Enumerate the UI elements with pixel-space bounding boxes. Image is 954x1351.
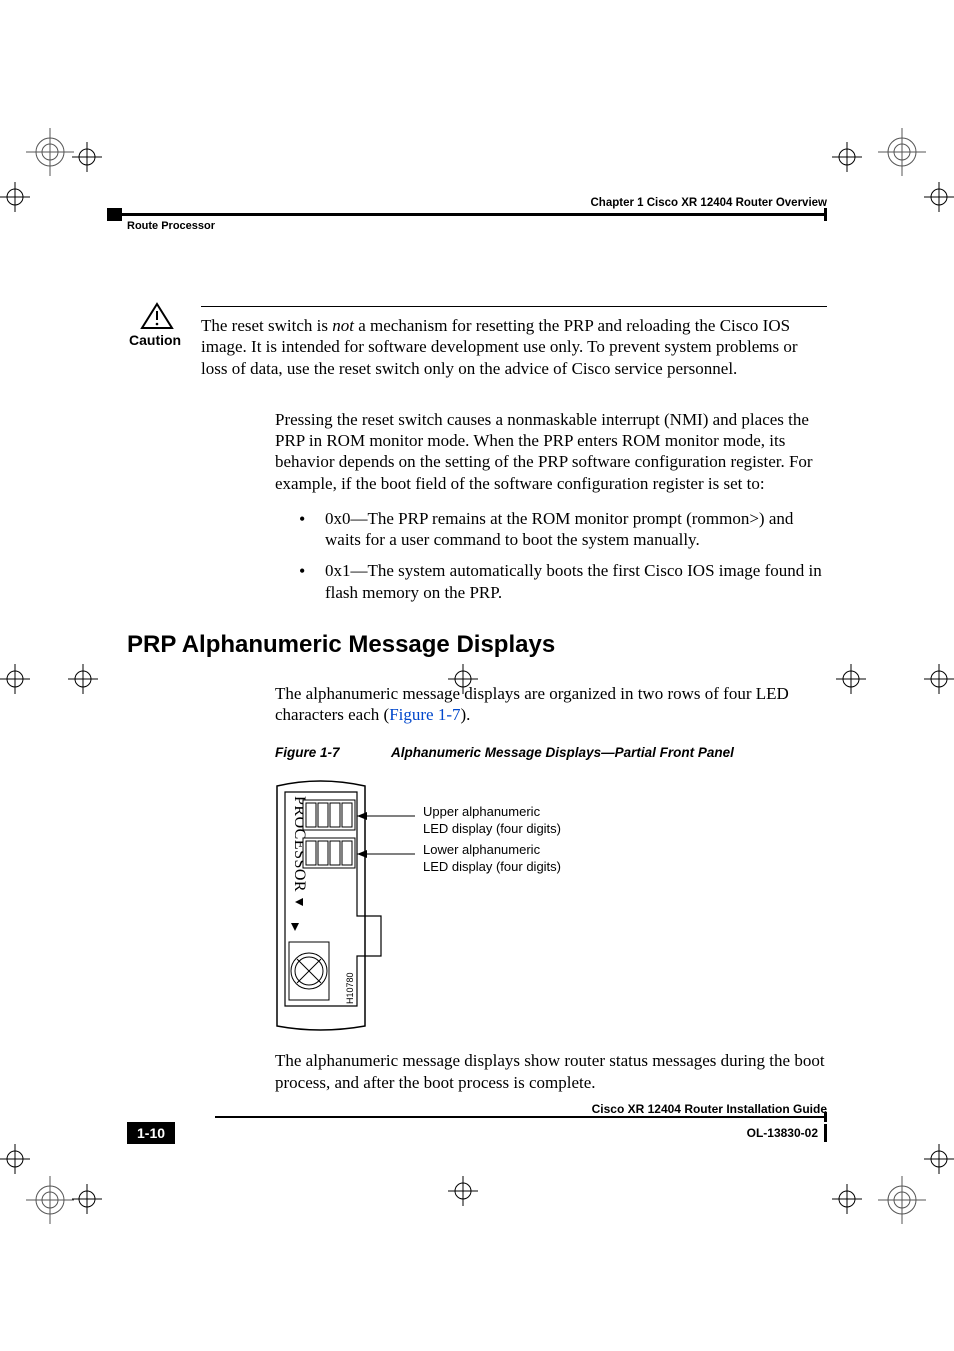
text: Lower alphanumeric [423,842,561,858]
section-name: Route Processor [127,220,215,232]
page-number: 1-10 [127,1122,175,1144]
text: The reset switch is [201,316,332,335]
caution-label: Caution [129,332,187,348]
guide-title: Cisco XR 12404 Router Installation Guide [215,1102,827,1116]
body-paragraph: The alphanumeric message displays show r… [275,1050,827,1093]
body-paragraph: Pressing the reset switch causes a nonma… [275,409,827,494]
section-heading: PRP Alphanumeric Message Displays [127,631,827,659]
crosshair-mark [836,664,866,694]
text: LED display (four digits) [423,859,561,875]
body-paragraph: The alphanumeric message displays are or… [275,683,827,726]
svg-text:H10780: H10780 [345,973,355,1005]
crosshair-mark [924,1144,954,1174]
registration-mark-bottom-right [878,1176,926,1224]
crosshair-mark [0,664,30,694]
figure-label: Figure 1-7 [275,745,391,760]
crosshair-mark [0,182,30,212]
crosshair-mark [0,1144,30,1174]
list-item: 0x1—The system automatically boots the f… [299,560,827,603]
document-number: OL-13830-02 [747,1124,827,1142]
crosshair-mark [72,142,102,172]
figure-xref[interactable]: Figure 1-7 [389,705,460,724]
text: Upper alphanumeric [423,804,561,820]
crosshair-mark [832,142,862,172]
page-header: Chapter 1 Cisco XR 12404 Router Overview… [127,197,827,232]
header-ornament [824,208,827,221]
caution-text: The reset switch is not a mechanism for … [201,315,827,379]
bullet-list: 0x0—The PRP remains at the ROM monitor p… [299,508,827,603]
header-ornament [107,208,122,221]
registration-mark-bottom-left [26,1176,74,1224]
chapter-title: Chapter 1 Cisco XR 12404 Router Overview [591,197,828,209]
text: ). [460,705,470,724]
callout-upper-led: Upper alphanumeric LED display (four dig… [423,804,561,837]
registration-mark-top-left [26,128,74,176]
list-item: 0x0—The PRP remains at the ROM monitor p… [299,508,827,551]
crosshair-mark [924,664,954,694]
crosshair-mark [924,182,954,212]
crosshair-mark [68,664,98,694]
figure-diagram: PROCESSOR [275,776,827,1036]
figure-title: Alphanumeric Message Displays—Partial Fr… [391,745,734,760]
figure-caption: Figure 1-7Alphanumeric Message Displays—… [275,745,827,760]
crosshair-mark [448,1176,478,1206]
page-footer: Cisco XR 12404 Router Installation Guide… [127,1102,827,1144]
registration-mark-top-right [878,128,926,176]
callout-lower-led: Lower alphanumeric LED display (four dig… [423,842,561,875]
caution-block: Caution The reset switch is not a mechan… [127,302,827,393]
text: The alphanumeric message displays are or… [275,684,789,724]
emphasis: not [332,316,354,335]
crosshair-mark [72,1184,102,1214]
crosshair-mark [832,1184,862,1214]
caution-icon [127,302,187,330]
text: LED display (four digits) [423,821,561,837]
